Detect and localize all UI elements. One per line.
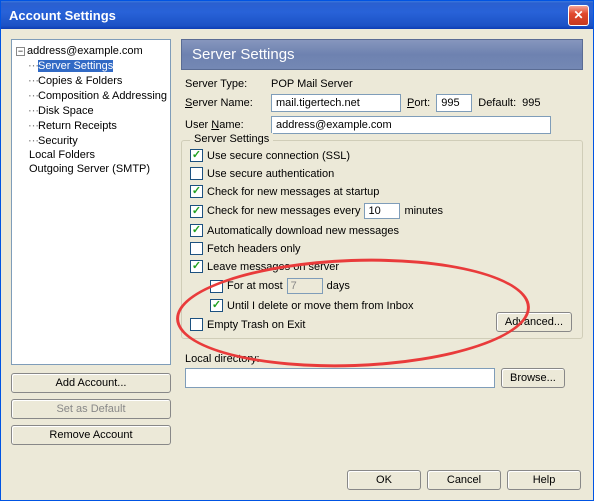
tree-copies-folders[interactable]: ⋯Copies & Folders [14, 73, 168, 88]
titlebar[interactable]: Account Settings ✕ [1, 1, 593, 29]
server-name-input[interactable] [271, 94, 401, 112]
tree-security[interactable]: ⋯Security [14, 133, 168, 148]
tree-disk-space[interactable]: ⋯Disk Space [14, 103, 168, 118]
tree-account[interactable]: −address@example.com [14, 44, 168, 58]
window-title: Account Settings [9, 8, 568, 23]
browse-button[interactable]: Browse... [501, 368, 565, 388]
check-every-label: Check for new messages every [207, 205, 360, 217]
username-label: User Name: [185, 119, 265, 131]
port-label: Port: [407, 97, 430, 109]
check-startup-label: Check for new messages at startup [207, 186, 379, 198]
leave-on-server-checkbox[interactable] [190, 260, 203, 273]
secure-auth-checkbox[interactable] [190, 167, 203, 180]
username-input[interactable] [271, 116, 551, 134]
account-tree[interactable]: −address@example.com ⋯Server Settings ⋯C… [11, 39, 171, 365]
local-dir-label: Local directory: [185, 353, 583, 365]
auto-download-label: Automatically download new messages [207, 225, 399, 237]
help-button[interactable]: Help [507, 470, 581, 490]
auto-download-checkbox[interactable] [190, 224, 203, 237]
until-delete-checkbox[interactable] [210, 299, 223, 312]
fetch-headers-label: Fetch headers only [207, 243, 301, 255]
fieldset-legend: Server Settings [190, 133, 273, 145]
tree-local-folders[interactable]: Local Folders [14, 148, 168, 162]
advanced-button[interactable]: Advanced... [496, 312, 572, 332]
ssl-checkbox[interactable] [190, 149, 203, 162]
for-at-most-input [287, 278, 323, 294]
tree-outgoing-smtp[interactable]: Outgoing Server (SMTP) [14, 162, 168, 176]
server-type-label: Server Type: [185, 78, 265, 90]
port-default-label: Default: [478, 97, 516, 109]
for-at-most-label: For at most [227, 280, 283, 292]
leave-on-server-label: Leave messages on server [207, 261, 339, 273]
add-account-button[interactable]: Add Account... [11, 373, 171, 393]
server-type-value: POP Mail Server [271, 78, 353, 90]
empty-trash-label: Empty Trash on Exit [207, 319, 305, 331]
for-at-most-checkbox[interactable] [210, 280, 223, 293]
secure-auth-label: Use secure authentication [207, 168, 334, 180]
close-icon[interactable]: ✕ [568, 5, 589, 26]
tree-return-receipts[interactable]: ⋯Return Receipts [14, 118, 168, 133]
set-default-button: Set as Default [11, 399, 171, 419]
ok-button[interactable]: OK [347, 470, 421, 490]
until-delete-label: Until I delete or move them from Inbox [227, 300, 413, 312]
tree-composition[interactable]: ⋯Composition & Addressing [14, 88, 168, 103]
port-input[interactable] [436, 94, 472, 112]
check-startup-checkbox[interactable] [190, 185, 203, 198]
check-every-input[interactable] [364, 203, 400, 219]
local-dir-input[interactable] [185, 368, 495, 388]
server-name-label: Server Name: [185, 97, 265, 109]
server-settings-group: Server Settings Use secure connection (S… [181, 140, 583, 339]
cancel-button[interactable]: Cancel [427, 470, 501, 490]
for-at-most-unit: days [327, 280, 350, 292]
fetch-headers-checkbox[interactable] [190, 242, 203, 255]
port-default-value: 995 [522, 97, 540, 109]
remove-account-button[interactable]: Remove Account [11, 425, 171, 445]
tree-server-settings[interactable]: ⋯Server Settings [14, 58, 168, 73]
panel-header: Server Settings [181, 39, 583, 70]
twisty-icon[interactable]: − [16, 47, 25, 56]
ssl-label: Use secure connection (SSL) [207, 150, 350, 162]
check-every-checkbox[interactable] [190, 205, 203, 218]
check-every-unit: minutes [404, 205, 443, 217]
account-settings-window: Account Settings ✕ −address@example.com … [0, 0, 594, 501]
empty-trash-checkbox[interactable] [190, 318, 203, 331]
